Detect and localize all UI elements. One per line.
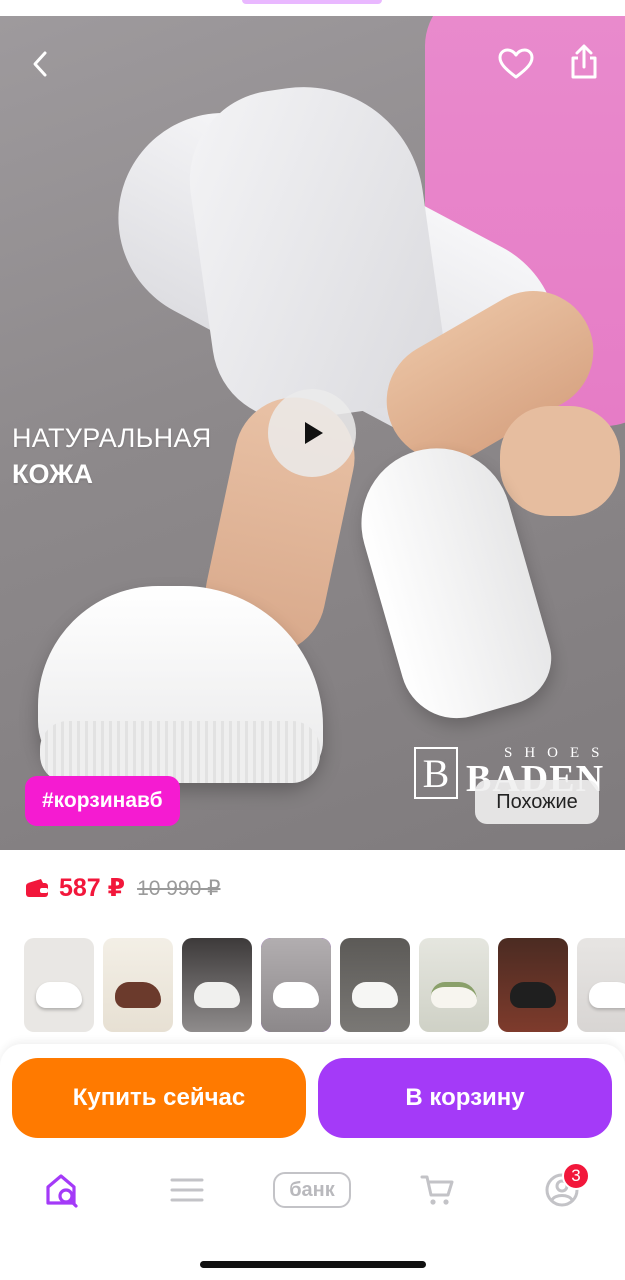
wallet-icon <box>26 879 48 897</box>
share-icon <box>571 44 597 79</box>
hashtag-badge[interactable]: #корзинавб <box>25 776 180 826</box>
play-video-button[interactable] <box>268 389 356 477</box>
brand-mark: B <box>414 747 458 799</box>
thumbnail[interactable] <box>577 938 625 1032</box>
home-search-icon <box>46 1174 78 1208</box>
thumbnail[interactable] <box>498 938 568 1032</box>
current-price: 587 ₽ <box>59 874 126 902</box>
thumbnail-strip[interactable] <box>24 938 625 1032</box>
tab-catalog[interactable] <box>157 1160 217 1220</box>
old-price: 10 990 ₽ <box>137 876 221 900</box>
promo-line-2: КОЖА <box>12 459 94 489</box>
bank-label: банк <box>273 1172 351 1208</box>
heart-icon <box>498 48 534 79</box>
play-icon <box>305 422 323 444</box>
promo-line-1: НАТУРАЛЬНАЯ <box>12 423 212 453</box>
thumbnail[interactable] <box>182 938 252 1032</box>
price-row: 587 ₽ 10 990 ₽ <box>25 868 221 908</box>
similar-button[interactable]: Похожие <box>475 780 599 824</box>
bottom-tab-bar: банк <box>0 1160 625 1220</box>
cart-icon <box>420 1175 454 1205</box>
tab-bank[interactable]: банк <box>268 1160 356 1220</box>
tab-home[interactable] <box>33 1160 93 1220</box>
promo-text: НАТУРАЛЬНАЯ КОЖА <box>12 420 212 492</box>
profile-notification-badge: 3 <box>562 1162 590 1190</box>
photo-shape <box>500 406 620 516</box>
photo-shape <box>40 721 320 783</box>
home-indicator[interactable] <box>200 1261 426 1268</box>
thumbnail[interactable] <box>24 938 94 1032</box>
menu-icon <box>170 1178 204 1202</box>
back-button[interactable] <box>18 42 62 86</box>
tab-cart[interactable] <box>408 1160 468 1220</box>
chevron-left-icon <box>33 51 47 77</box>
product-gallery[interactable]: НАТУРАЛЬНАЯ КОЖА B SHOES BADEN <box>0 16 625 850</box>
buy-now-button[interactable]: Купить сейчас <box>12 1058 306 1138</box>
share-button[interactable] <box>562 40 606 84</box>
add-to-cart-button[interactable]: В корзину <box>318 1058 612 1138</box>
thumbnail[interactable] <box>419 938 489 1032</box>
favorite-button[interactable] <box>494 42 538 86</box>
thumbnail[interactable] <box>340 938 410 1032</box>
thumbnail-selected[interactable] <box>261 938 331 1032</box>
thumbnail[interactable] <box>103 938 173 1032</box>
top-indicator <box>242 0 382 4</box>
